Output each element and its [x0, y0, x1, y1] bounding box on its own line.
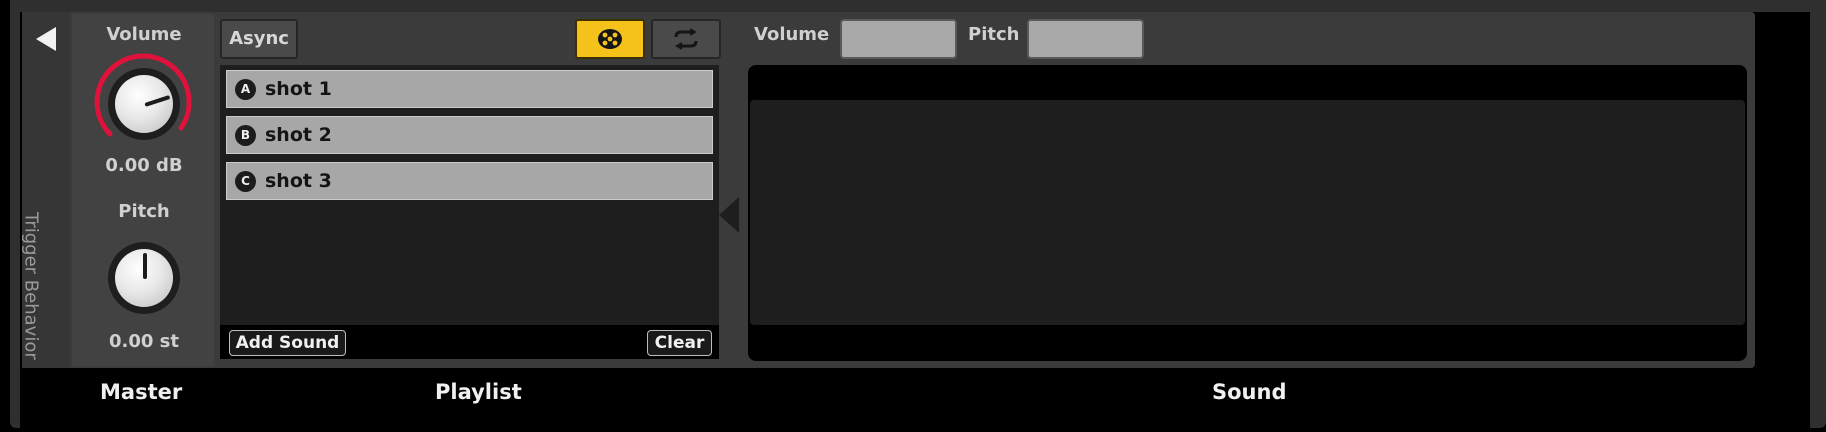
master-pitch-value: 0.00 st [109, 331, 179, 352]
sound-waveform-area[interactable] [750, 100, 1745, 325]
trigger-behavior-label: Trigger Behavior [20, 212, 42, 360]
master-volume-label: Volume [106, 24, 182, 45]
playlist-item[interactable]: B shot 2 [226, 116, 713, 154]
sound-volume-label: Volume [754, 24, 830, 45]
dice-icon [598, 29, 622, 49]
volume-knob-pointer [144, 95, 171, 107]
random-toggle-button[interactable] [575, 19, 645, 59]
section-label-master: Master [100, 380, 183, 404]
playlist-item[interactable]: A shot 1 [226, 70, 713, 108]
loop-toggle-button[interactable] [651, 19, 721, 59]
master-pitch-label: Pitch [118, 201, 170, 222]
section-label-playlist: Playlist [435, 380, 522, 404]
sound-volume-field[interactable] [840, 19, 957, 59]
playlist-item-label: shot 3 [265, 170, 332, 192]
playlist-pointer-arrow [719, 197, 739, 233]
clear-button[interactable]: Clear [647, 330, 712, 356]
playlist-list[interactable]: A shot 1 B shot 2 C shot 3 [220, 65, 719, 359]
sound-pitch-field[interactable] [1027, 19, 1144, 59]
playlist-item-badge: B [235, 125, 256, 146]
volume-knob[interactable] [115, 75, 173, 133]
pitch-knob-pointer [143, 253, 147, 279]
async-mode-button[interactable]: Async [220, 19, 298, 59]
playlist-item-badge: A [235, 79, 256, 100]
loop-icon [674, 28, 698, 50]
playlist-item[interactable]: C shot 3 [226, 162, 713, 200]
playlist-item-badge: C [235, 171, 256, 192]
playlist-item-label: shot 2 [265, 124, 332, 146]
add-sound-button[interactable]: Add Sound [229, 330, 346, 356]
pitch-knob[interactable] [115, 249, 173, 307]
sound-pitch-label: Pitch [968, 24, 1020, 45]
collapse-triangle-left-icon[interactable] [36, 27, 56, 51]
playlist-item-label: shot 1 [265, 78, 332, 100]
section-label-sound: Sound [1212, 380, 1287, 404]
master-volume-value: 0.00 dB [105, 155, 183, 176]
